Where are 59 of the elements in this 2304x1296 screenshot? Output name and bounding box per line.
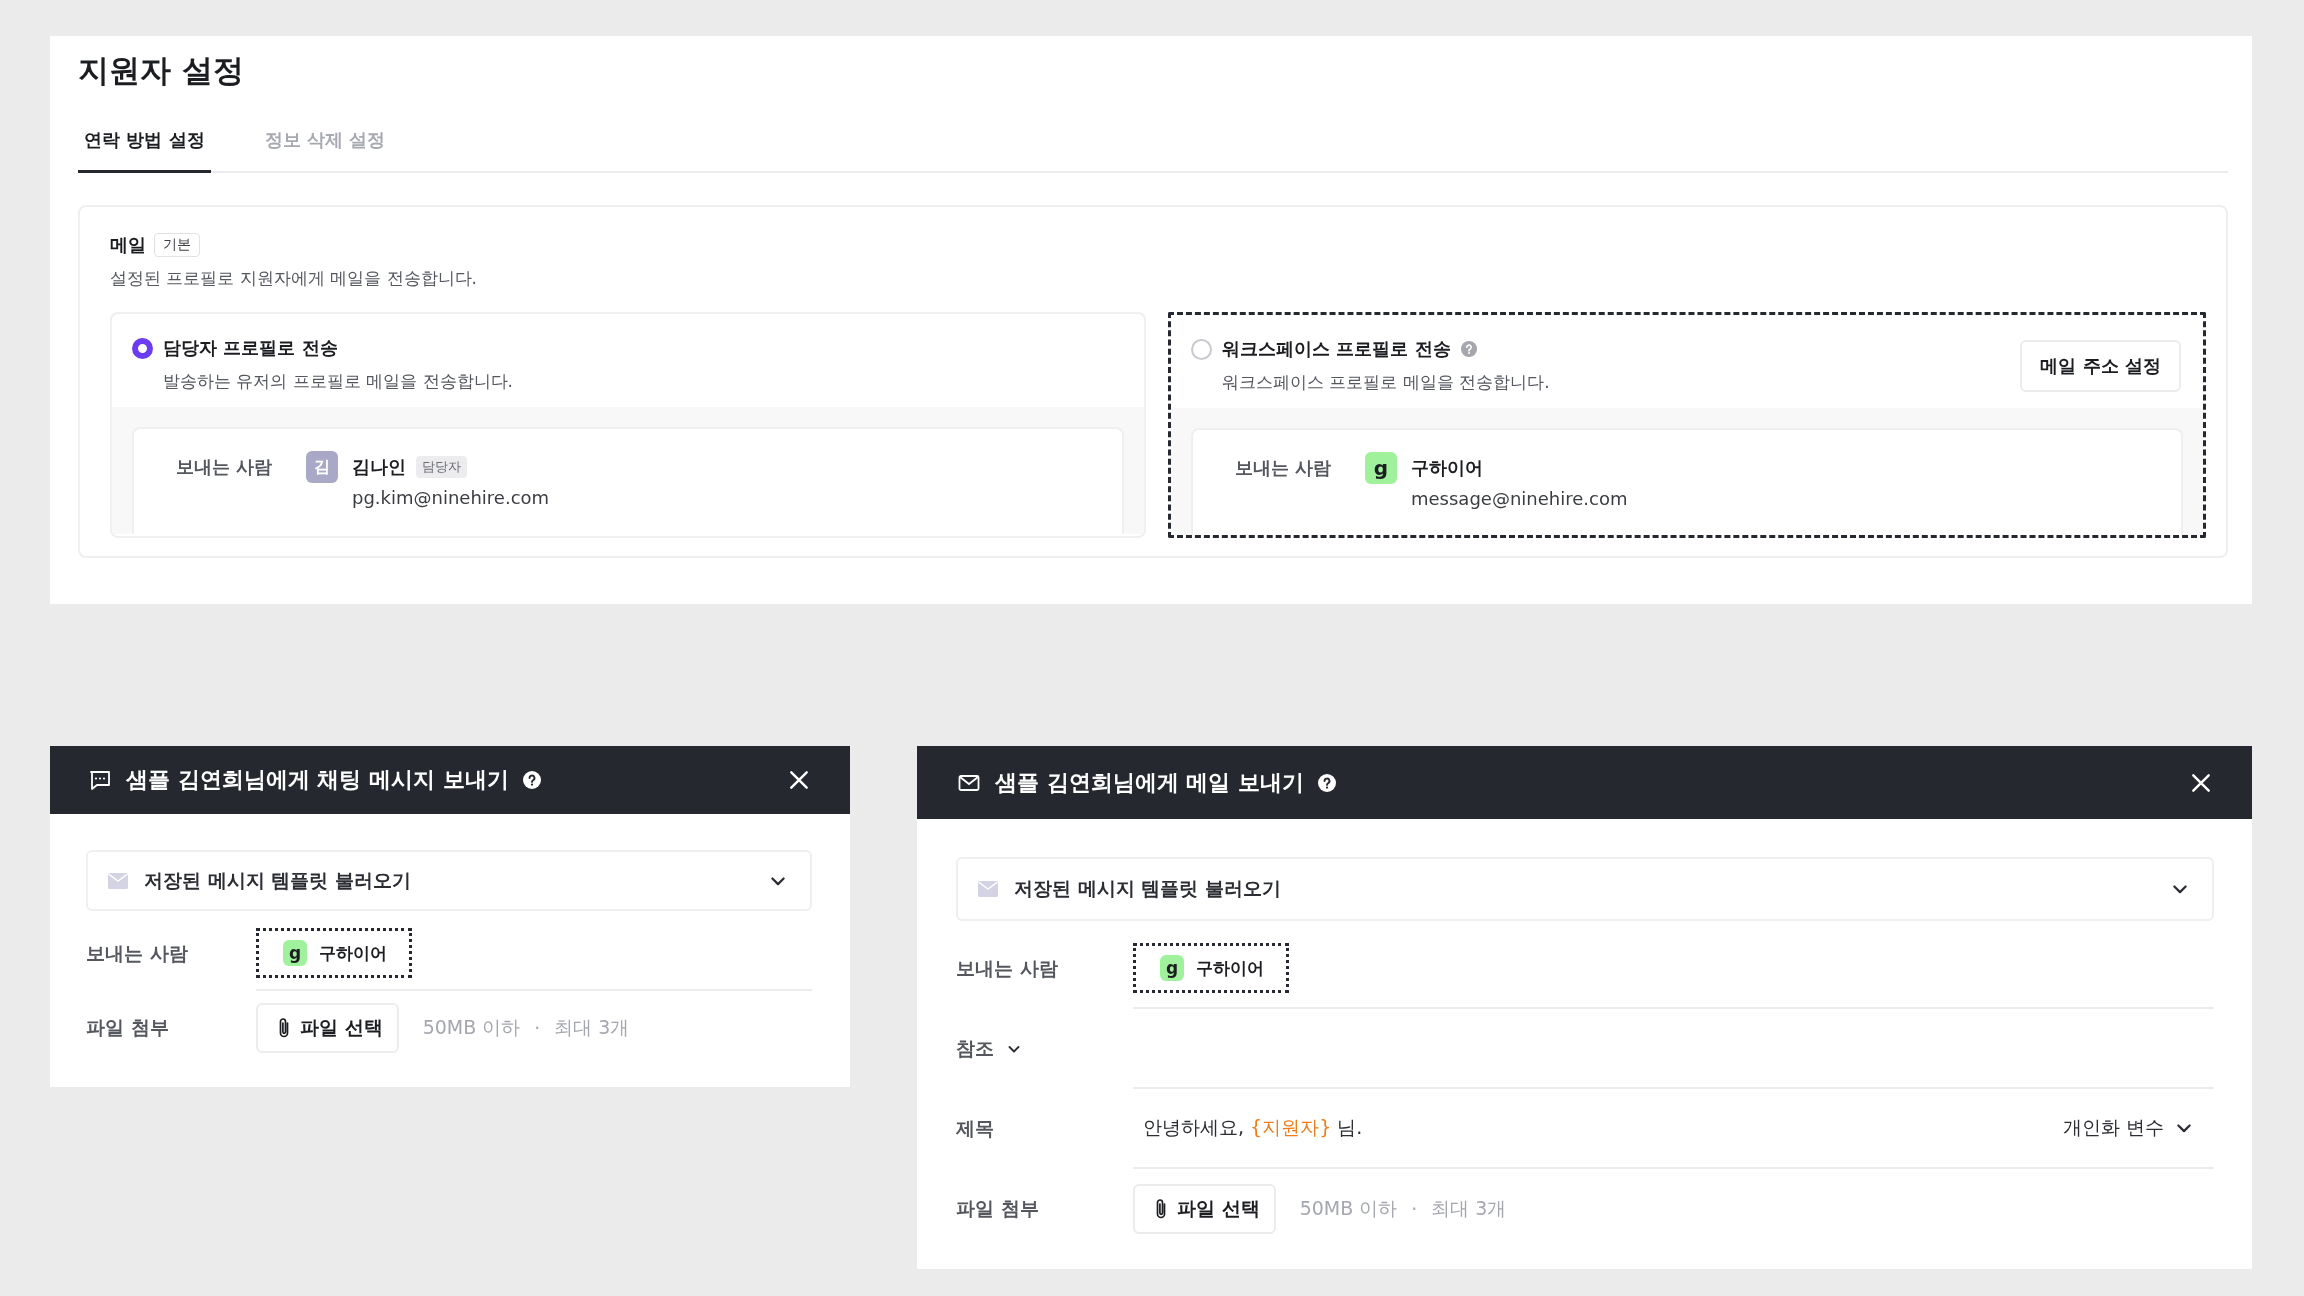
field-label: 제목 — [956, 1116, 994, 1141]
close-button[interactable] — [788, 769, 810, 791]
sender-name: 구하이어 — [1411, 456, 1483, 480]
role-badge: 담당자 — [416, 456, 467, 478]
option-description: 발송하는 유저의 프로필로 메일을 전송합니다. — [163, 370, 515, 393]
field-label: 보내는 사람 — [86, 941, 188, 966]
subject-text[interactable]: 안녕하세요, {지원자} 님. — [1133, 1115, 1363, 1141]
paperclip-icon — [1155, 1198, 1167, 1220]
sender-chip[interactable]: g 구하이어 — [256, 928, 412, 978]
file-size-hint: 50MB 이하 — [1299, 1196, 1398, 1221]
sender-chip[interactable]: g 구하이어 — [1133, 943, 1289, 993]
envelope-icon — [978, 881, 998, 897]
default-badge: 기본 — [154, 233, 200, 257]
field-label: 보내는 사람 — [1235, 456, 1333, 480]
separator-dot: · — [1411, 1198, 1418, 1220]
file-size-hint: 50MB 이하 — [422, 1015, 521, 1040]
dialog-title: 샘플 김연희님에게 채팅 메시지 보내기 — [126, 766, 509, 794]
field-label: 참조 — [956, 1036, 994, 1061]
sender-email: message@ninehire.com — [1411, 488, 1628, 509]
radio-button[interactable] — [132, 337, 153, 359]
section-title: 메일 — [110, 233, 146, 257]
separator-dot: · — [534, 1017, 541, 1039]
email-address-button[interactable]: 메일 주소 설정 — [2020, 339, 2181, 392]
field-label: 보내는 사람 — [956, 956, 1058, 981]
section-description: 설정된 프로필로 지원자에게 메일을 전송합니다. — [110, 267, 479, 290]
variable-dropdown[interactable]: 개인화 변수 — [2062, 1115, 2214, 1141]
tab[interactable]: 연락 방법 설정 — [78, 120, 211, 173]
envelope-icon — [108, 872, 128, 889]
close-icon — [2190, 771, 2212, 794]
help-icon — [1318, 773, 1336, 792]
chat-bubble-icon — [88, 768, 112, 792]
field-label: 파일 첨부 — [956, 1196, 1039, 1221]
file-select-button[interactable]: 파일 선택 — [256, 1003, 399, 1053]
field-label: 보내는 사람 — [176, 455, 274, 479]
option-label: 워크스페이스 프로필로 전송 — [1222, 337, 1451, 361]
file-count-hint: 최대 3개 — [1431, 1196, 1507, 1221]
field-label: 파일 첨부 — [86, 1015, 169, 1040]
option-label: 담당자 프로필로 전송 — [163, 336, 338, 360]
sender-name: 구하이어 — [319, 941, 387, 965]
close-button[interactable] — [2190, 771, 2212, 794]
option-description: 워크스페이스 프로필로 메일을 전송합니다. — [1222, 371, 1551, 394]
page-title: 지원자 설정 — [78, 51, 245, 90]
template-dropdown[interactable]: 저장된 메시지 템플릿 불러오기 — [86, 850, 812, 911]
sender-name: 김나인 — [352, 455, 406, 479]
logo-avatar: g — [1365, 452, 1397, 484]
dialog-title: 샘플 김연희님에게 메일 보내기 — [995, 768, 1304, 797]
sender-email: pg.kim@ninehire.com — [352, 487, 550, 508]
close-icon — [788, 769, 810, 791]
logo-avatar: g — [283, 940, 307, 966]
template-dropdown[interactable]: 저장된 메시지 템플릿 불러오기 — [956, 857, 2214, 921]
avatar: 김 — [306, 451, 338, 483]
logo-avatar: g — [1160, 955, 1184, 981]
option-card[interactable]: 담당자 프로필로 전송 발송하는 유저의 프로필로 메일을 전송합니다. 보내는 사람 김 김나인 담당자 pg.kim@ninehire.com — [110, 312, 1146, 538]
sender-name: 구하이어 — [1196, 956, 1264, 980]
option-card[interactable]: 워크스페이스 프로필로 전송 워크스페이스 프로필로 메일을 전송합니다. 메일 주소 설정 보내는 사람 g 구하이어 message@ninehire.com — [1168, 312, 2206, 538]
paperclip-icon — [278, 1017, 290, 1039]
help-icon — [522, 771, 541, 789]
file-count-hint: 최대 3개 — [554, 1015, 630, 1040]
file-select-button[interactable]: 파일 선택 — [1133, 1184, 1276, 1234]
